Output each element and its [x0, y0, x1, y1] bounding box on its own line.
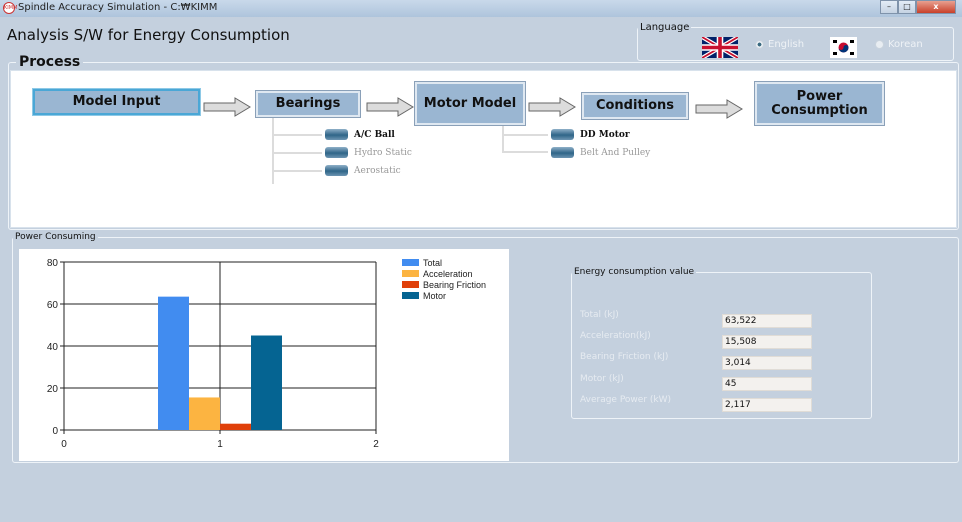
minimize-button[interactable]: – — [880, 0, 898, 14]
close-button[interactable]: x — [916, 0, 956, 14]
window-title: Spindle Accuracy Simulation - C:₩KIMM — [18, 2, 218, 13]
arrow-icon — [528, 97, 576, 117]
option-button-icon — [325, 165, 348, 176]
process-label: Process — [16, 54, 84, 70]
option-button-icon — [325, 129, 348, 140]
acceleration-label: Acceleration(kJ) — [580, 331, 651, 341]
bearing-option-ac-ball[interactable]: A/C Ball — [325, 129, 395, 140]
tree-line — [274, 134, 322, 136]
step-motor-model[interactable]: Motor Model — [414, 81, 526, 126]
tree-line — [502, 126, 504, 153]
bar-bearing-friction — [220, 423, 251, 430]
step-model-input[interactable]: Model Input — [32, 88, 201, 116]
y-tick-label: 20 — [47, 384, 59, 395]
bar-chart: 0 20 40 60 80 0 1 2 Total Acceleration Bearing Fri… — [19, 249, 509, 461]
y-tick-label: 60 — [47, 300, 59, 311]
arrow-icon — [203, 97, 251, 117]
motor-option-belt-and-pulley[interactable]: Belt And Pulley — [551, 147, 650, 158]
motor-option-dd-motor[interactable]: DD Motor — [551, 129, 630, 140]
arrow-icon — [695, 99, 743, 119]
english-label: English — [768, 39, 805, 50]
app-logo-icon: KIMM — [3, 2, 17, 14]
korea-flag-icon[interactable] — [830, 37, 857, 58]
option-label: DD Motor — [580, 129, 630, 140]
option-button-icon — [325, 147, 348, 158]
maximize-button[interactable]: □ — [898, 0, 916, 14]
bar-total — [158, 296, 189, 430]
bar-motor — [251, 335, 282, 430]
power-consuming-label: Power Consuming — [15, 232, 96, 242]
tree-line — [272, 118, 274, 184]
option-label: A/C Ball — [354, 129, 395, 140]
step-power-consumption[interactable]: Power Consumption — [754, 81, 885, 126]
korean-radio[interactable]: Korean — [875, 39, 923, 50]
legend-swatch — [402, 259, 419, 266]
tree-line — [274, 170, 322, 172]
language-label: Language — [640, 22, 690, 33]
energy-consumption-label: Energy consumption value — [574, 267, 695, 277]
step-bearings[interactable]: Bearings — [255, 90, 361, 118]
total-value-field[interactable]: 63,522 — [722, 314, 812, 328]
option-label: Aerostatic — [354, 165, 401, 176]
bearing-option-aerostatic[interactable]: Aerostatic — [325, 165, 401, 176]
chart-canvas: 0 20 40 60 80 0 1 2 TotalAccelerationBearing Fri… — [47, 258, 486, 450]
legend-swatch — [402, 292, 419, 299]
arrow-icon — [366, 97, 414, 117]
legend-label: Acceleration — [423, 269, 473, 279]
y-tick-label: 40 — [47, 342, 59, 353]
legend-label: Bearing Friction — [423, 280, 486, 290]
legend-label: Motor — [423, 291, 446, 301]
option-button-icon — [551, 147, 574, 158]
bearing-friction-label: Bearing Friction (kJ) — [580, 352, 669, 362]
legend-swatch — [402, 281, 419, 288]
step-conditions[interactable]: Conditions — [581, 92, 689, 120]
legend-label: Total — [423, 258, 442, 268]
tree-line — [504, 151, 548, 153]
x-tick-label: 0 — [61, 439, 67, 450]
x-tick-label: 1 — [217, 439, 223, 450]
bearing-option-hydro-static[interactable]: Hydro Static — [325, 147, 412, 158]
option-label: Belt And Pulley — [580, 147, 651, 158]
bearing-friction-value-field[interactable]: 3,014 — [722, 356, 812, 370]
tree-line — [504, 134, 548, 136]
average-power-value-field[interactable]: 2,117 — [722, 398, 812, 412]
average-power-label: Average Power (kW) — [580, 395, 672, 405]
total-label: Total (kJ) — [580, 310, 619, 320]
y-tick-label: 0 — [52, 426, 58, 437]
uk-flag-icon[interactable] — [702, 37, 738, 58]
english-radio[interactable]: English — [755, 39, 804, 50]
page-title: Analysis S/W for Energy Consumption — [7, 26, 290, 44]
motor-label: Motor (kJ) — [580, 374, 624, 384]
tree-line — [274, 152, 322, 154]
bar-acceleration — [189, 397, 220, 430]
legend-swatch — [402, 270, 419, 277]
option-label: Hydro Static — [354, 147, 412, 158]
title-bar: KIMM Spindle Accuracy Simulation - C:₩KI… — [0, 0, 962, 17]
korean-label: Korean — [888, 39, 923, 50]
option-button-icon — [551, 129, 574, 140]
x-tick-label: 2 — [373, 439, 379, 450]
y-tick-label: 80 — [47, 258, 59, 269]
motor-value-field[interactable]: 45 — [722, 377, 812, 391]
acceleration-value-field[interactable]: 15,508 — [722, 335, 812, 349]
